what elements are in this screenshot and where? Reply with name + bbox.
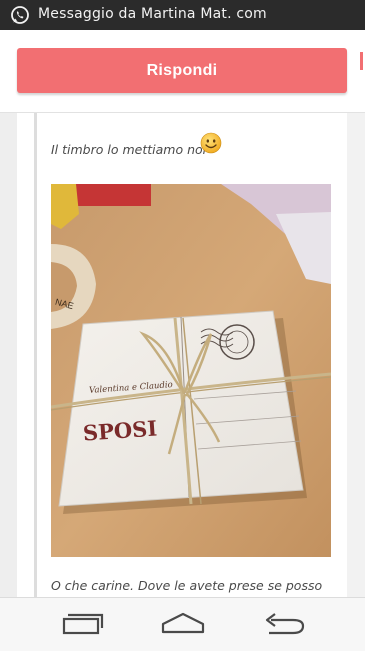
home-icon[interactable] — [161, 610, 205, 638]
reply-button[interactable]: Rispondi — [17, 48, 347, 93]
message-text: O che carine. Dove le avete prese se pos… — [51, 578, 323, 593]
smiley-icon — [200, 132, 222, 154]
whatsapp-icon — [11, 6, 29, 24]
navigation-bar — [0, 597, 365, 651]
notification-title: Messaggio da Martina Mat. com — [38, 6, 267, 22]
scrollbar-track[interactable] — [347, 113, 365, 597]
card-title: SPOSI — [82, 416, 158, 446]
scroll-indicator — [360, 52, 363, 70]
quote-bar — [34, 113, 37, 597]
attached-photo[interactable]: NAE Valentina e Claudio SPOSI — [51, 184, 331, 557]
back-icon[interactable] — [263, 610, 307, 638]
message-text: Il timbro lo mettiamo noi — [51, 142, 207, 157]
recent-apps-icon[interactable] — [60, 610, 104, 638]
status-bar: Messaggio da Martina Mat. com — [0, 0, 365, 30]
